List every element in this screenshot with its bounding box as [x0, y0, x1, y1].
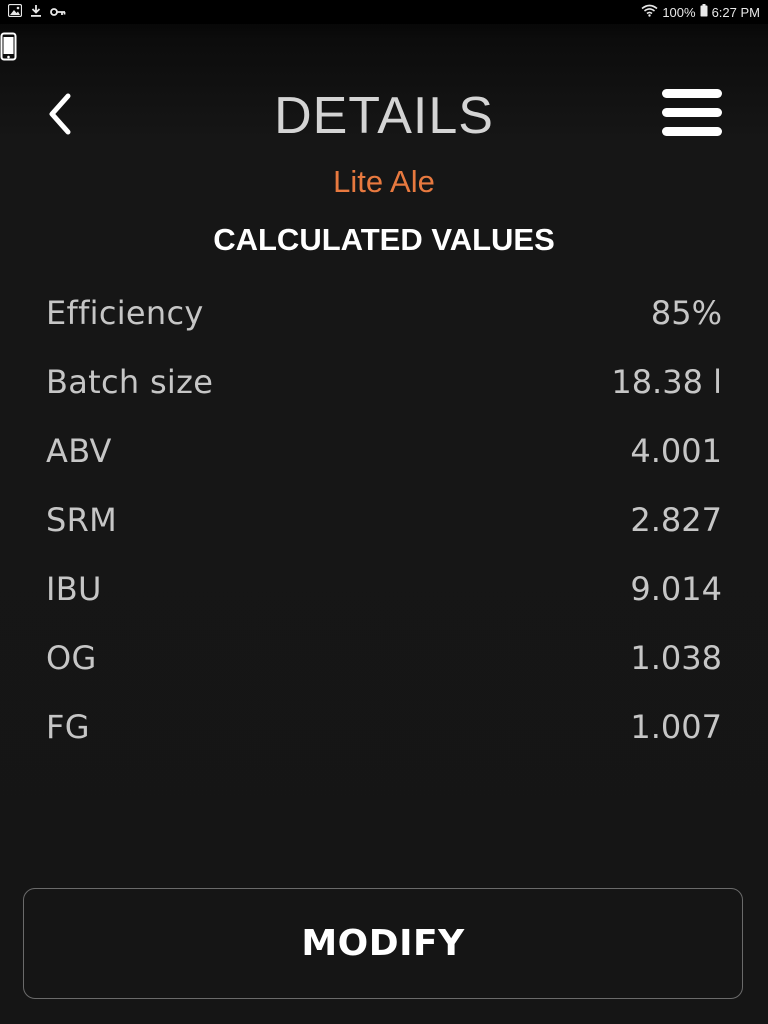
recipe-name: Lite Ale	[333, 164, 435, 199]
value-label: FG	[46, 707, 90, 746]
hamburger-menu-icon	[662, 87, 722, 143]
section-title: CALCULATED VALUES	[213, 222, 555, 257]
status-time: 6:27 PM	[711, 4, 760, 20]
status-right: 100% 6:27 PM	[641, 4, 760, 21]
value-amount: 9.014	[630, 569, 722, 608]
status-bar: 100% 6:27 PM	[0, 0, 768, 24]
modify-button[interactable]: MODIFY	[23, 888, 743, 999]
value-row-srm: SRM 2.827	[46, 485, 722, 554]
value-amount: 85%	[650, 293, 722, 332]
value-label: ABV	[46, 431, 112, 470]
download-icon	[30, 4, 42, 20]
phone-icon	[0, 32, 18, 62]
value-row-fg: FG 1.007	[46, 692, 722, 761]
value-row-abv: ABV 4.001	[46, 416, 722, 485]
details-screen: 100% 6:27 PM DETAILS Lite Ale CALCULATED…	[0, 0, 768, 1024]
value-label: Batch size	[46, 362, 214, 401]
value-row-ibu: IBU 9.014	[46, 554, 722, 623]
battery-icon	[700, 4, 708, 21]
back-button[interactable]	[38, 92, 82, 140]
page-title: DETAILS	[274, 87, 494, 145]
calculated-values-list: Efficiency 85% Batch size 18.38 l ABV 4.…	[46, 278, 722, 761]
value-row-efficiency: Efficiency 85%	[46, 278, 722, 347]
value-label: OG	[46, 638, 97, 677]
value-amount: 1.007	[630, 707, 722, 746]
chevron-left-icon	[46, 92, 74, 140]
value-amount: 2.827	[630, 500, 722, 539]
value-row-batch-size: Batch size 18.38 l	[46, 347, 722, 416]
status-left-icons	[7, 3, 66, 20]
value-amount: 4.001	[630, 431, 722, 470]
value-row-og: OG 1.038	[46, 623, 722, 692]
value-label: Efficiency	[46, 293, 204, 332]
key-icon	[50, 5, 66, 20]
wifi-icon	[641, 4, 658, 21]
battery-level: 100%	[662, 4, 696, 20]
gallery-icon	[7, 3, 23, 20]
value-amount: 1.038	[630, 638, 722, 677]
menu-button[interactable]	[656, 86, 728, 144]
value-label: SRM	[46, 500, 118, 539]
value-amount: 18.38 l	[611, 362, 722, 401]
value-label: IBU	[46, 569, 102, 608]
